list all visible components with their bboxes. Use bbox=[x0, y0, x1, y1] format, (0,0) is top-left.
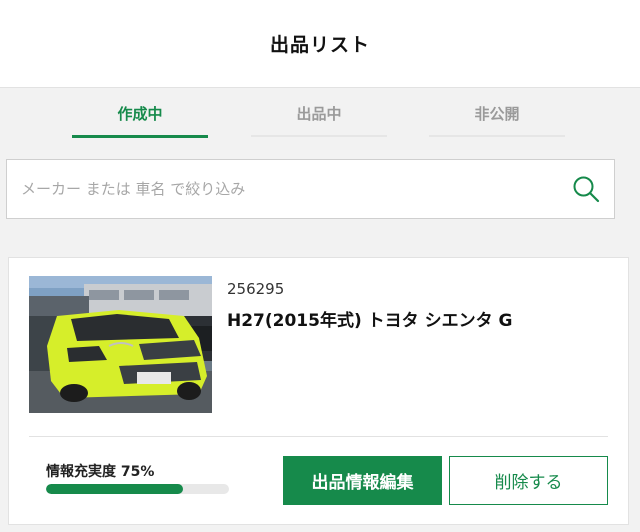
listing-id: 256295 bbox=[227, 280, 285, 298]
tab-listed[interactable]: 出品中 bbox=[251, 88, 387, 138]
search-box bbox=[6, 159, 615, 219]
tab-drafts[interactable]: 作成中 bbox=[72, 88, 208, 138]
delete-listing-button[interactable]: 削除する bbox=[449, 456, 608, 505]
completion-progress-fill bbox=[46, 484, 184, 494]
edit-listing-button[interactable]: 出品情報編集 bbox=[283, 456, 442, 505]
listing-card: 256295 H27(2015年式) トヨタ シエンタ G 情報充実度 75% … bbox=[8, 257, 629, 525]
search-button[interactable] bbox=[558, 160, 614, 218]
search-icon bbox=[573, 176, 600, 203]
tab-private[interactable]: 非公開 bbox=[429, 88, 565, 138]
car-photo-illustration bbox=[29, 276, 212, 413]
search-bar bbox=[6, 159, 615, 219]
vehicle-photo[interactable] bbox=[29, 276, 212, 413]
page-title: 出品リスト bbox=[269, 34, 370, 56]
completion-progress-bar bbox=[46, 484, 229, 494]
app-header: 出品リスト bbox=[0, 0, 640, 88]
card-divider bbox=[29, 436, 608, 437]
tab-bar: 作成中 出品中 非公開 bbox=[0, 88, 640, 138]
completion-label: 情報充実度 75% bbox=[46, 464, 155, 480]
listing-title[interactable]: H27(2015年式) トヨタ シエンタ G bbox=[227, 306, 512, 331]
search-input[interactable] bbox=[21, 180, 558, 198]
